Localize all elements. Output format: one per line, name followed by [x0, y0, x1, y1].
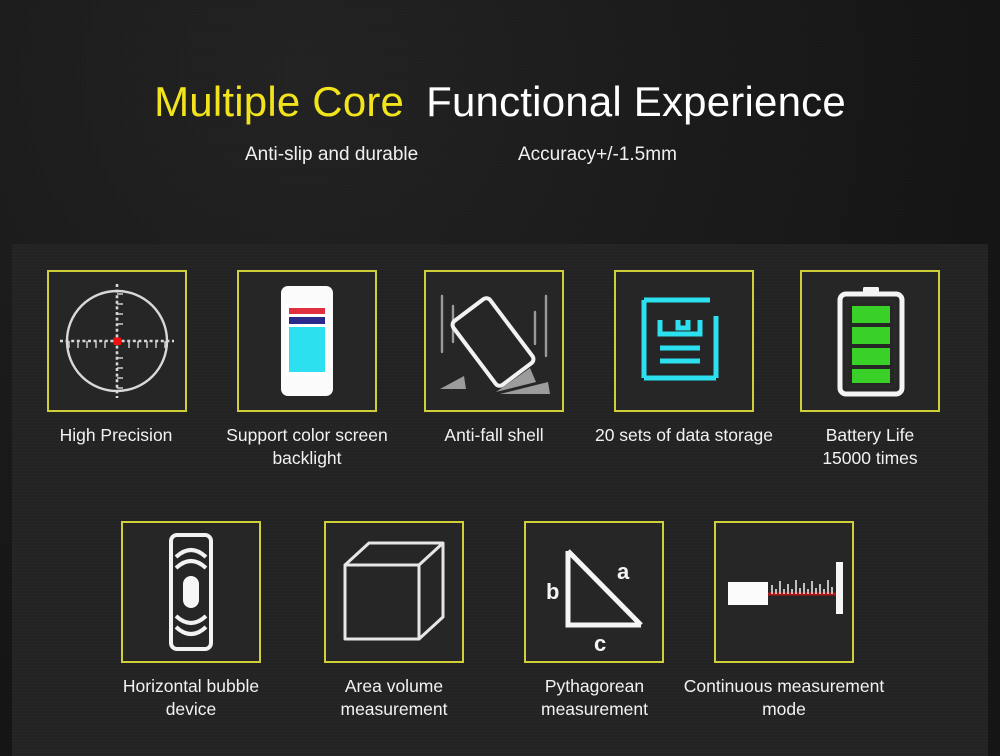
icon-box-high-precision — [47, 270, 187, 412]
label-high-precision: High Precision — [59, 425, 173, 445]
drop-resistant-device-icon — [440, 294, 550, 394]
bubble-level-icon — [169, 533, 213, 651]
title-plain-text: Functional Experience — [426, 78, 846, 125]
label-data-storage: 20 sets of data storage — [594, 425, 774, 445]
feature-area-volume-measurement[interactable]: Area volume measurement — [324, 521, 489, 721]
feature-horizontal-bubble-device[interactable]: Horizontal bubble device — [121, 521, 291, 721]
floppy-disk-save-icon — [641, 297, 719, 381]
subtitle-row: Anti-slip and durable Accuracy+/-1.5mm — [0, 144, 1000, 174]
laser-ruler-icon — [728, 562, 843, 614]
icon-box-pythagorean-measurement: a b c — [524, 521, 664, 663]
product-feature-page: Multiple Core Functional Experience Anti-… — [0, 0, 1000, 756]
feature-color-screen-backlight[interactable]: Support color screen backlight — [226, 270, 412, 470]
label-continuous-measurement-mode: Continuous measurement mode — [683, 676, 885, 720]
subtitle-anti-slip: Anti-slip and durable — [245, 144, 419, 165]
icon-box-data-storage — [614, 270, 754, 412]
icon-box-continuous-measurement-mode — [714, 521, 854, 663]
label-color-screen-backlight: Support color screen backlight — [226, 425, 388, 469]
label-area-volume-measurement: Area volume measurement — [340, 676, 448, 720]
icon-box-battery-life — [800, 270, 940, 412]
triangle-label-a: a — [617, 559, 630, 584]
right-triangle-icon: a b c — [546, 549, 643, 656]
feature-anti-fall-shell[interactable]: Anti-fall shell — [424, 270, 584, 447]
wireframe-cube-icon — [343, 541, 445, 641]
feature-continuous-measurement-mode[interactable]: Continuous measurement mode — [684, 521, 909, 721]
page-title: Multiple Core Functional Experience — [0, 78, 1000, 126]
feature-data-storage[interactable]: 20 sets of data storage — [595, 270, 810, 447]
triangle-label-c: c — [594, 631, 606, 656]
label-anti-fall-shell: Anti-fall shell — [444, 425, 544, 445]
subtitle-accuracy: Accuracy+/-1.5mm — [518, 144, 677, 165]
battery-full-icon — [837, 287, 905, 397]
icon-box-color-screen-backlight — [237, 270, 377, 412]
phone-color-screen-icon — [281, 286, 333, 396]
icon-box-area-volume-measurement — [324, 521, 464, 663]
feature-high-precision[interactable]: High Precision — [47, 270, 187, 447]
label-horizontal-bubble-device: Horizontal bubble device — [122, 676, 260, 720]
header: Multiple Core Functional Experience Anti-… — [0, 0, 1000, 244]
triangle-label-b: b — [546, 579, 559, 604]
icon-box-anti-fall-shell — [424, 270, 564, 412]
title-accent-text: Multiple Core — [154, 78, 405, 125]
icon-box-horizontal-bubble-device — [121, 521, 261, 663]
feature-battery-life[interactable]: Battery Life 15000 times — [800, 270, 950, 470]
crosshair-reticle-icon — [60, 284, 174, 398]
label-battery-life: Battery Life 15000 times — [822, 425, 918, 469]
